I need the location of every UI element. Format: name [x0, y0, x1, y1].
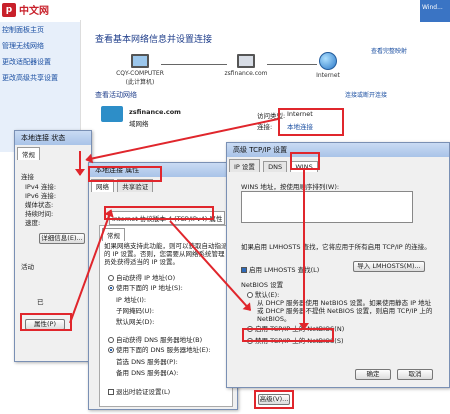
globe-icon: [319, 52, 337, 70]
highlight-connection: [278, 108, 344, 136]
top-right-window: Wind...: [420, 0, 450, 22]
highlight-properties: [20, 313, 72, 331]
validate-checkbox[interactable]: [108, 389, 114, 395]
arrow-5: [303, 169, 305, 329]
arrow-2: [79, 151, 81, 175]
radio-default[interactable]: [247, 292, 253, 298]
activity-label: 活动: [21, 263, 34, 271]
lmhosts-option[interactable]: 启用 LMHOSTS 查找(L): [241, 264, 319, 274]
radio-auto-ip[interactable]: [108, 275, 114, 281]
sent-label: 已: [37, 298, 44, 306]
tab-general[interactable]: 常规: [17, 147, 40, 160]
active-network-heading: 查看活动网络: [95, 91, 137, 99]
internet-node: Internet: [303, 52, 353, 79]
page-title: 查看基本网络信息并设置连接: [95, 35, 213, 45]
preferred-dns-label: 首选 DNS 服务器(P):: [116, 358, 178, 366]
domain-node: zsfinance.com: [211, 54, 281, 77]
watermark: p 中文网: [2, 2, 49, 17]
radio-manual-ip[interactable]: [108, 285, 114, 291]
highlight-wins-tab: [290, 152, 320, 170]
watermark-text: 中文网: [19, 6, 49, 17]
manual-dns-option[interactable]: 使用下面的 DNS 服务器地址(E):: [108, 344, 211, 354]
sidebar-item-sharing[interactable]: 更改高级共享设置: [0, 70, 80, 86]
php-logo: p: [2, 2, 16, 17]
wins-address-label: WINS 地址，按使用顺序排列(W):: [241, 183, 340, 191]
sidebar-item-adapter[interactable]: 更改适配器设置: [0, 54, 80, 70]
details-button[interactable]: 详细信息(E)...: [39, 233, 85, 244]
status-title: 本地连接 状态: [15, 131, 91, 145]
highlight-advanced: [254, 390, 294, 409]
connect-disconnect-link[interactable]: 连接或断开连接: [345, 90, 387, 99]
ok-button[interactable]: 确定: [355, 369, 391, 380]
radio-auto-dns[interactable]: [108, 337, 114, 343]
default-description: 从 DHCP 服务器使用 NetBIOS 设置。如果使用静态 IP 地址或 DH…: [257, 299, 433, 323]
advanced-tcpip-window: 高级 TCP/IP 设置 IP 设置 DNS WINS WINS 地址，按使用顺…: [226, 142, 450, 388]
full-map-link[interactable]: 查看完整映射: [371, 46, 407, 55]
subnet-label: 子网掩码(U):: [116, 307, 155, 315]
section-connect: 连接: [21, 173, 34, 181]
auto-dns-option[interactable]: 自动获得 DNS 服务器地址(B): [108, 334, 202, 344]
highlight-props-title: [88, 166, 162, 182]
network-name: zsfinance.com: [129, 108, 181, 116]
advanced-title: 高级 TCP/IP 设置: [227, 143, 449, 157]
auto-ip-option[interactable]: 自动获得 IP 地址(O): [108, 272, 175, 282]
highlight-ipv4: [104, 206, 214, 220]
cancel-button[interactable]: 取消: [397, 369, 433, 380]
this-computer-node: CQY-COMPUTER (此计算机): [105, 54, 175, 86]
properties-window: 本地连接 属性 网络 共享验证 Internet 协议版本 4 (TCP/IPv…: [88, 162, 238, 410]
ip-address-label: IP 地址(I):: [116, 296, 147, 304]
radio-manual-dns[interactable]: [108, 347, 114, 353]
network-sharing-center: 查看基本网络信息并设置连接 查看完整映射 CQY-COMPUTER (此计算机)…: [80, 20, 420, 160]
lmhosts-checkbox[interactable]: [241, 267, 247, 273]
wins-address-list[interactable]: [241, 191, 413, 223]
tab-dns[interactable]: DNS: [263, 161, 288, 172]
manual-ip-option[interactable]: 使用下面的 IP 地址(S):: [108, 282, 183, 292]
tab-general-ipv4[interactable]: 常规: [102, 228, 125, 241]
tab-ip-settings[interactable]: IP 设置: [229, 159, 260, 172]
computer-icon: [131, 54, 149, 68]
sidebar-item-wireless[interactable]: 管理无线网络: [0, 38, 80, 54]
validate-option[interactable]: 退出时验证设置(L): [108, 386, 170, 396]
row-speed: 速度:: [25, 219, 41, 227]
netbios-heading: NetBIOS 设置: [241, 281, 284, 289]
highlight-disable-netbios: [242, 328, 334, 342]
ipv4-dialog: 常规 如果网络支持此功能，则可以获取自动指派的 IP 设置。否则，您需要从网络系…: [99, 225, 233, 407]
network-bench-icon: [101, 106, 123, 122]
alternate-dns-label: 备用 DNS 服务器(A):: [116, 369, 179, 377]
network-type: 域网络: [129, 120, 149, 128]
import-lmhosts-button[interactable]: 导入 LMHOSTS(M)...: [353, 261, 425, 272]
gateway-label: 默认网关(D):: [116, 318, 155, 326]
network-icon: [237, 54, 255, 68]
lmhosts-description: 如果启用 LMHOSTS 查找，它将应用于所有启用 TCP/IP 的连接。: [241, 243, 431, 251]
default-option[interactable]: 默认(E):: [247, 289, 279, 299]
sidebar-item-home[interactable]: 控制面板主页: [0, 22, 80, 38]
